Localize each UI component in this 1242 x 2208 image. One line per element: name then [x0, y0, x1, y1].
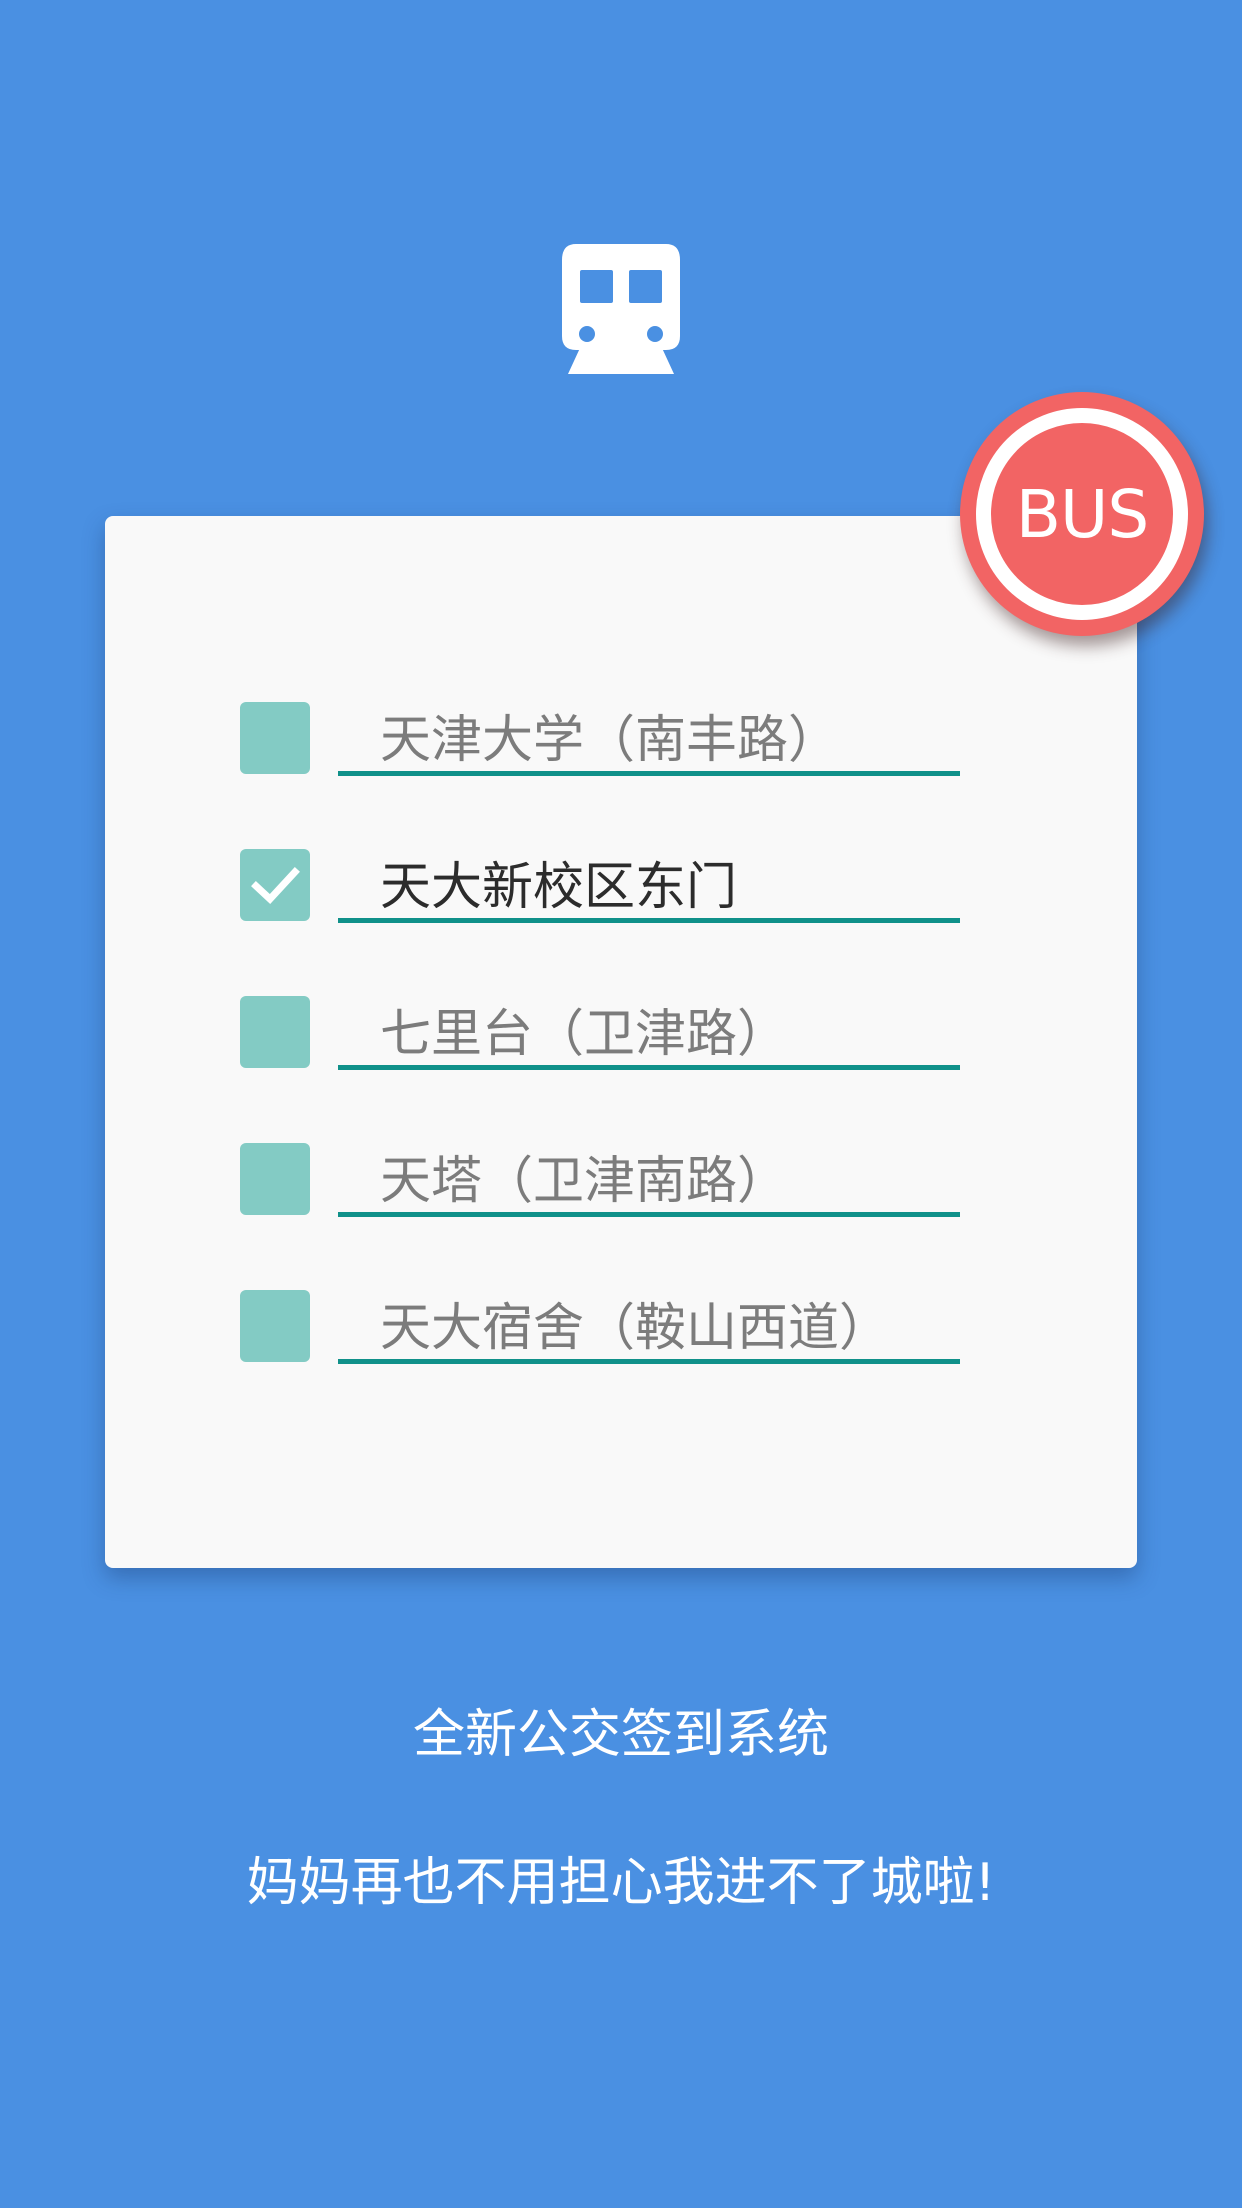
- stop-row-5[interactable]: 天大宿舍（鞍山西道）: [240, 1284, 960, 1364]
- stop-field-3[interactable]: 七里台（卫津路）: [338, 990, 960, 1070]
- stop-checkbox-1[interactable]: [240, 702, 310, 774]
- stop-row-2[interactable]: 天大新校区东门: [240, 843, 960, 923]
- stop-label-2: 天大新校区东门: [380, 858, 738, 917]
- stop-label-1: 天津大学（南丰路）: [380, 711, 840, 770]
- bus-badge-text: BUS: [1015, 475, 1149, 553]
- stop-checkbox-2[interactable]: [240, 849, 310, 921]
- tagline-title: 全新公交签到系统: [412, 1705, 829, 1765]
- stop-field-1[interactable]: 天津大学（南丰路）: [338, 696, 960, 776]
- stop-row-3[interactable]: 七里台（卫津路）: [240, 990, 960, 1070]
- stop-label-4: 天塔（卫津南路）: [380, 1152, 789, 1211]
- tagline-subtitle: 妈妈再也不用担心我进不了城啦!: [246, 1853, 996, 1913]
- bus-badge-ring: BUS: [976, 408, 1188, 620]
- stop-checkbox-3[interactable]: [240, 996, 310, 1068]
- stop-label-5: 天大宿舍（鞍山西道）: [380, 1299, 891, 1358]
- check-icon: [251, 867, 300, 904]
- stop-checkbox-4[interactable]: [240, 1143, 310, 1215]
- stop-row-1[interactable]: 天津大学（南丰路）: [240, 696, 960, 776]
- bus-badge: BUS: [960, 392, 1204, 636]
- stop-field-2[interactable]: 天大新校区东门: [338, 843, 960, 923]
- stop-field-5[interactable]: 天大宿舍（鞍山西道）: [338, 1284, 960, 1364]
- train-icon: [562, 244, 680, 374]
- stop-field-4[interactable]: 天塔（卫津南路）: [338, 1137, 960, 1217]
- stop-checkbox-5[interactable]: [240, 1290, 310, 1362]
- stop-label-3: 七里台（卫津路）: [380, 1005, 789, 1064]
- stop-row-4[interactable]: 天塔（卫津南路）: [240, 1137, 960, 1217]
